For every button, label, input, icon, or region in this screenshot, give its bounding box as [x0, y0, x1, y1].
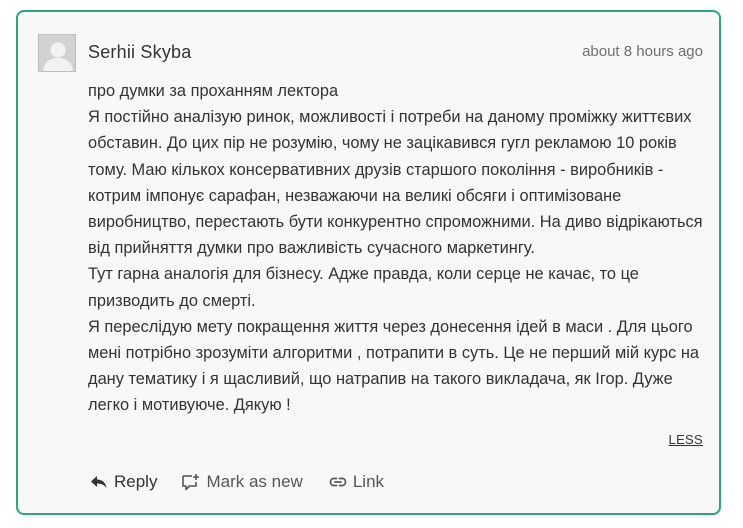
comment-paragraph: Я переслідую мету покращення життя через…: [88, 317, 700, 415]
chain-link-icon: [329, 476, 347, 488]
reply-arrow-icon: [90, 474, 108, 490]
avatar[interactable]: [38, 34, 76, 72]
comment-body: про думки за проханням лектора Я постійн…: [88, 78, 703, 419]
show-less-link[interactable]: LESS: [669, 432, 703, 447]
mark-as-new-button[interactable]: Mark as new: [181, 472, 303, 492]
comment-paragraph: Тут гарна аналогія для бізнесу. Адже пра…: [88, 265, 639, 310]
author-name[interactable]: Serhii Skyba: [88, 42, 191, 63]
comment-paragraph: Я постійно аналізую ринок, можливості і …: [88, 108, 703, 258]
reply-label: Reply: [114, 472, 158, 491]
comment-card: Serhii Skyba about 8 hours ago про думки…: [16, 10, 721, 515]
comment-timestamp: about 8 hours ago: [582, 43, 703, 60]
link-label: Link: [352, 472, 385, 491]
reply-button[interactable]: Reply: [90, 472, 157, 492]
default-user-icon: [39, 35, 75, 71]
mark-as-new-label: Mark as new: [206, 472, 303, 491]
link-button[interactable]: Link: [329, 472, 384, 492]
comment-plus-icon: [181, 473, 200, 491]
comment-paragraph: про думки за проханням лектора: [88, 82, 339, 100]
comment-actions: Reply Mark as new Link: [90, 472, 384, 492]
